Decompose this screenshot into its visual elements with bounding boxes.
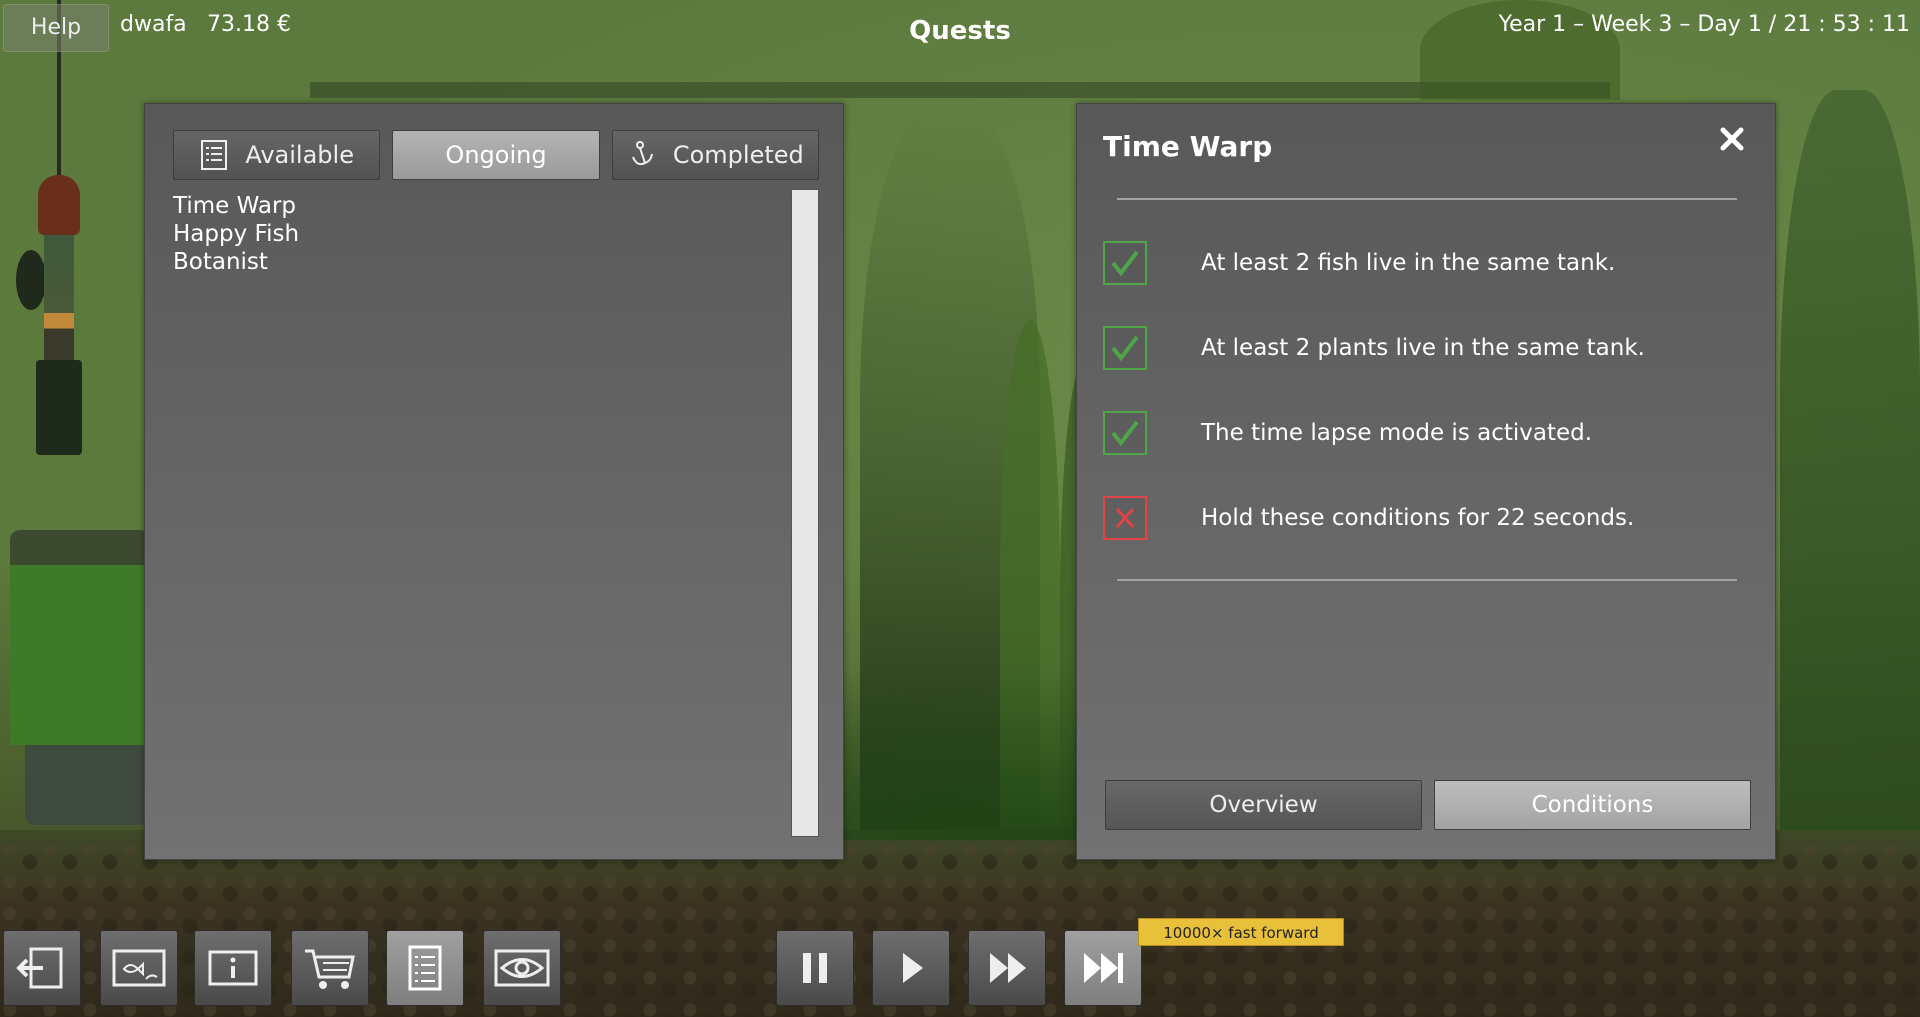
quest-detail-panel: Time Warp At least 2 fish live in the sa… <box>1076 103 1776 860</box>
condition-text: The time lapse mode is activated. <box>1201 420 1593 446</box>
condition-row: At least 2 fish live in the same tank. <box>1103 239 1743 287</box>
tab-label: Available <box>245 141 354 169</box>
condition-text: At least 2 fish live in the same tank. <box>1201 250 1616 276</box>
fast-forward-icon <box>990 953 1026 983</box>
tab-label: Ongoing <box>445 141 547 169</box>
money-balance: 73.18 € <box>207 12 291 37</box>
close-icon[interactable] <box>1713 120 1751 158</box>
list-icon <box>201 140 228 170</box>
divider <box>1117 579 1737 581</box>
play-icon <box>903 953 923 983</box>
shop-button[interactable] <box>291 930 369 1006</box>
condition-row: At least 2 plants live in the same tank. <box>1103 324 1743 372</box>
cross-icon <box>1103 496 1147 540</box>
screen-title: Quests <box>909 16 1011 46</box>
tab-ongoing[interactable]: Ongoing <box>392 130 600 180</box>
quest-item[interactable]: Botanist <box>173 248 773 276</box>
quest-list-scrollbar[interactable] <box>791 189 819 837</box>
conditions-button[interactable]: Conditions <box>1434 780 1751 830</box>
detail-view-buttons: Overview Conditions <box>1105 780 1751 832</box>
condition-text: Hold these conditions for 22 seconds. <box>1201 505 1635 531</box>
water-surface <box>310 82 1610 98</box>
quest-list: Time Warp Happy Fish Botanist <box>173 192 773 832</box>
exit-button[interactable] <box>3 930 81 1006</box>
max-speed-icon <box>1084 953 1123 983</box>
eye-icon <box>494 949 550 987</box>
quests-icon <box>408 945 442 991</box>
check-icon <box>1103 241 1147 285</box>
quests-button[interactable] <box>386 930 464 1006</box>
max-speed-button[interactable] <box>1064 930 1142 1006</box>
pause-button[interactable] <box>776 930 854 1006</box>
info-button[interactable] <box>194 930 272 1006</box>
condition-row: The time lapse mode is activated. <box>1103 409 1743 457</box>
condition-text: At least 2 plants live in the same tank. <box>1201 335 1645 361</box>
heater-device <box>16 0 94 460</box>
quest-item[interactable]: Time Warp <box>173 192 773 220</box>
speed-tooltip: 10000× fast forward <box>1138 918 1344 946</box>
filter-device <box>0 530 150 825</box>
quest-title: Time Warp <box>1103 130 1273 163</box>
check-icon <box>1103 411 1147 455</box>
game-datetime: Year 1 – Week 3 – Day 1 / 21 : 53 : 11 <box>1498 12 1910 37</box>
quest-item[interactable]: Happy Fish <box>173 220 773 248</box>
view-button[interactable] <box>483 930 561 1006</box>
gravel-texture <box>0 840 1920 1017</box>
fast-forward-button[interactable] <box>968 930 1046 1006</box>
tab-completed[interactable]: Completed <box>611 130 819 180</box>
pause-icon <box>803 953 827 983</box>
info-icon <box>208 950 258 986</box>
anchor-icon <box>631 141 653 166</box>
exit-icon <box>16 947 63 989</box>
divider <box>1117 198 1737 200</box>
tank-button[interactable] <box>100 930 178 1006</box>
check-icon <box>1103 326 1147 370</box>
background-plant <box>1780 90 1920 850</box>
overview-button[interactable]: Overview <box>1105 780 1422 830</box>
condition-row: Hold these conditions for 22 seconds. <box>1103 494 1743 542</box>
cart-icon <box>305 949 355 989</box>
tab-label: Completed <box>672 141 804 169</box>
tank-icon <box>112 949 166 987</box>
help-button[interactable]: Help <box>3 4 109 52</box>
player-name: dwafa <box>120 12 187 37</box>
top-bar: Help dwafa 73.18 € Quests Year 1 – Week … <box>0 0 1920 58</box>
quest-list-panel: Available Ongoing Completed Time Warp Ha… <box>144 103 844 860</box>
quest-tabs: Available Ongoing Completed <box>173 130 819 182</box>
play-button[interactable] <box>872 930 950 1006</box>
tab-available[interactable]: Available <box>173 130 381 180</box>
